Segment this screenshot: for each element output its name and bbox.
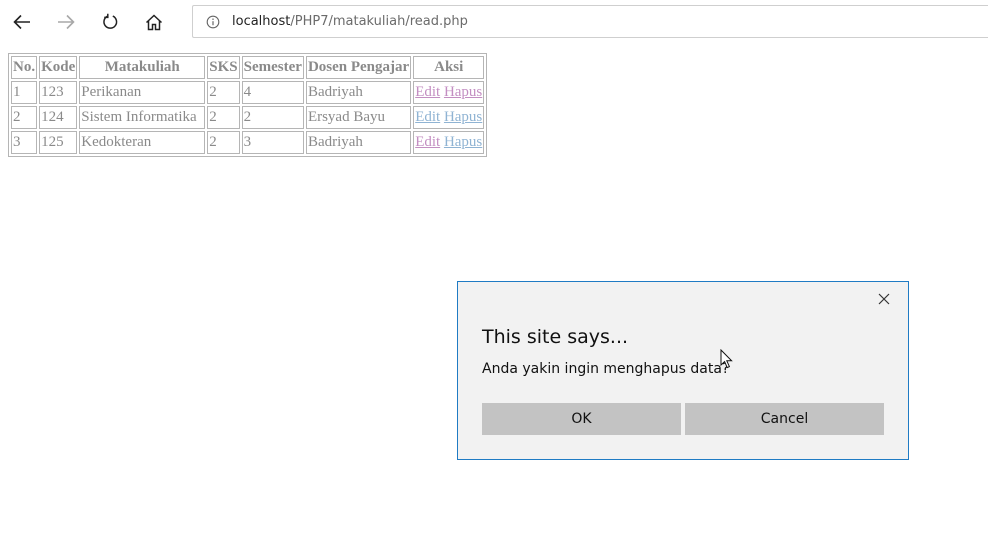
back-button[interactable] xyxy=(6,6,38,38)
reload-button[interactable] xyxy=(94,6,126,38)
header-no: No. xyxy=(11,56,38,79)
cell-no: 3 xyxy=(11,131,38,154)
cell-aksi: Edit Hapus xyxy=(413,106,485,129)
cell-matakuliah: Kedokteran xyxy=(79,131,206,154)
cell-no: 2 xyxy=(11,106,38,129)
edit-link[interactable]: Edit xyxy=(415,134,440,150)
matakuliah-table: No. Kode Matakuliah SKS Semester Dosen P… xyxy=(8,53,488,157)
cell-semester: 3 xyxy=(241,131,304,154)
hapus-link[interactable]: Hapus xyxy=(444,84,482,100)
cell-no: 1 xyxy=(11,81,38,104)
cell-matakuliah: Perikanan xyxy=(79,81,206,104)
header-sks: SKS xyxy=(207,56,240,79)
cell-kode: 125 xyxy=(39,131,78,154)
table-row: 2 124 Sistem Informatika 2 2 Ersyad Bayu… xyxy=(11,106,485,129)
url-text: localhost/PHP7/matakuliah/read.php xyxy=(232,14,468,29)
header-aksi: Aksi xyxy=(413,56,485,79)
cancel-button[interactable]: Cancel xyxy=(685,403,884,435)
url-host: localhost xyxy=(232,14,291,29)
cell-dosen: Badriyah xyxy=(305,131,412,154)
header-kode: Kode xyxy=(39,56,78,79)
header-dosen: Dosen Pengajar xyxy=(305,56,412,79)
arrow-left-icon xyxy=(13,14,30,30)
confirm-dialog: This site says... Anda yakin ingin mengh… xyxy=(457,281,909,460)
browser-toolbar: localhost/PHP7/matakuliah/read.php xyxy=(0,0,988,44)
cell-aksi: Edit Hapus xyxy=(413,131,485,154)
header-matakuliah: Matakuliah xyxy=(79,56,206,79)
url-path: /PHP7/matakuliah/read.php xyxy=(290,14,468,29)
edit-link[interactable]: Edit xyxy=(415,84,440,100)
hapus-link[interactable]: Hapus xyxy=(444,134,482,150)
cell-sks: 2 xyxy=(207,81,240,104)
forward-button[interactable] xyxy=(50,6,82,38)
dialog-message: Anda yakin ingin menghapus data? xyxy=(482,361,730,377)
cell-semester: 2 xyxy=(241,106,304,129)
mouse-pointer-icon xyxy=(720,349,733,369)
ok-button[interactable]: OK xyxy=(482,403,681,435)
dialog-title: This site says... xyxy=(482,326,629,348)
table-row: 3 125 Kedokteran 2 3 Badriyah Edit Hapus xyxy=(11,131,485,154)
cell-semester: 4 xyxy=(241,81,304,104)
table-header-row: No. Kode Matakuliah SKS Semester Dosen P… xyxy=(11,56,485,79)
hapus-link[interactable]: Hapus xyxy=(444,109,482,125)
info-icon xyxy=(206,15,220,29)
cell-sks: 2 xyxy=(207,131,240,154)
cell-dosen: Badriyah xyxy=(305,81,412,104)
cell-kode: 123 xyxy=(39,81,78,104)
cell-sks: 2 xyxy=(207,106,240,129)
arrow-right-icon xyxy=(58,14,75,30)
home-icon xyxy=(145,13,163,30)
table-row: 1 123 Perikanan 2 4 Badriyah Edit Hapus xyxy=(11,81,485,104)
refresh-icon xyxy=(103,13,118,29)
address-bar[interactable]: localhost/PHP7/matakuliah/read.php xyxy=(192,5,988,38)
home-button[interactable] xyxy=(138,6,170,38)
cell-aksi: Edit Hapus xyxy=(413,81,485,104)
cell-matakuliah: Sistem Informatika xyxy=(79,106,206,129)
cell-dosen: Ersyad Bayu xyxy=(305,106,412,129)
close-icon xyxy=(878,293,890,305)
cell-kode: 124 xyxy=(39,106,78,129)
dialog-close-button[interactable] xyxy=(877,292,891,306)
header-semester: Semester xyxy=(241,56,304,79)
edit-link[interactable]: Edit xyxy=(415,109,440,125)
